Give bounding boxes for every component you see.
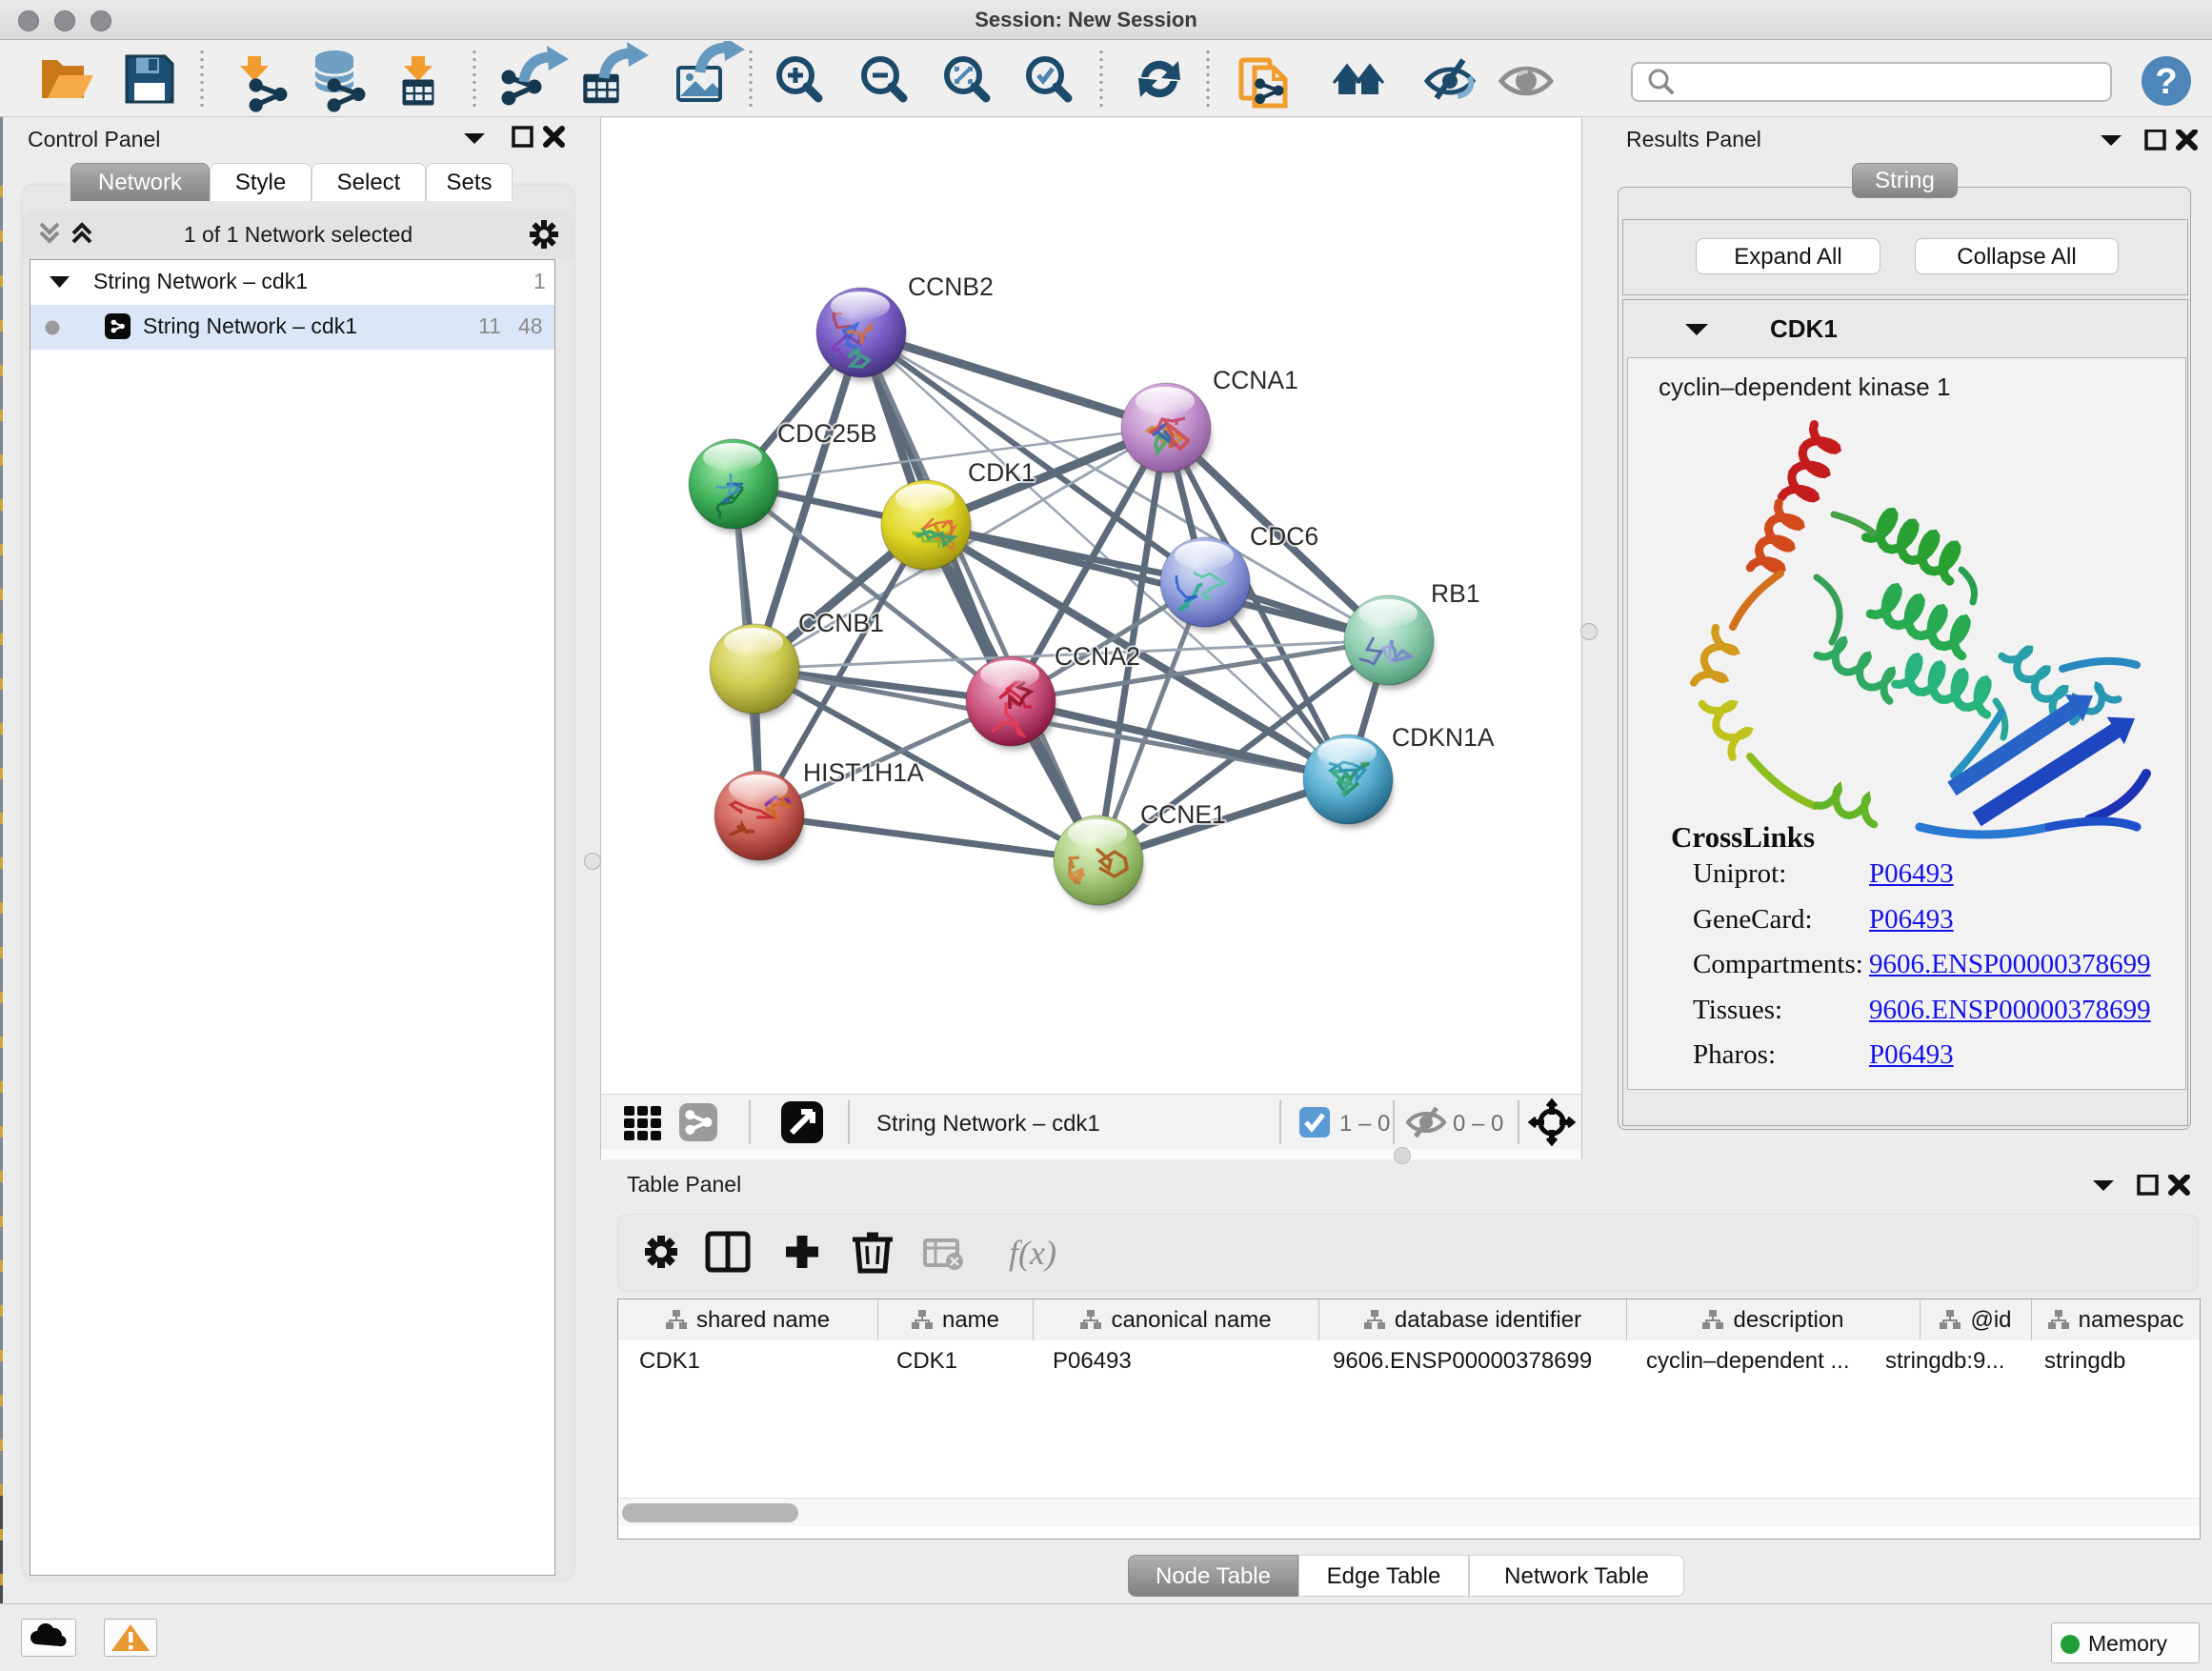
svg-text:CCNA1: CCNA1 (1213, 366, 1298, 394)
svg-text:String Network – cdk1: String Network – cdk1 (876, 1111, 1100, 1137)
svg-text:CCNA2: CCNA2 (1055, 642, 1140, 671)
svg-text:CCNE1: CCNE1 (1140, 800, 1226, 829)
svg-text:RB1: RB1 (1431, 579, 1480, 608)
svg-text:CCNB2: CCNB2 (908, 272, 994, 301)
svg-text:CDC25B: CDC25B (777, 419, 877, 448)
svg-text:1 – 0: 1 – 0 (1339, 1111, 1390, 1137)
svg-text:CDKN1A: CDKN1A (1392, 723, 1495, 752)
svg-text:CDC6: CDC6 (1250, 522, 1318, 551)
svg-text:?: ? (2155, 62, 2177, 102)
svg-text:f(x): f(x) (1009, 1234, 1056, 1272)
svg-text:HIST1H1A: HIST1H1A (803, 758, 924, 787)
svg-text:CDK1: CDK1 (968, 458, 1036, 487)
svg-text:0 – 0: 0 – 0 (1453, 1111, 1503, 1137)
svg-text:CCNB1: CCNB1 (798, 609, 884, 637)
